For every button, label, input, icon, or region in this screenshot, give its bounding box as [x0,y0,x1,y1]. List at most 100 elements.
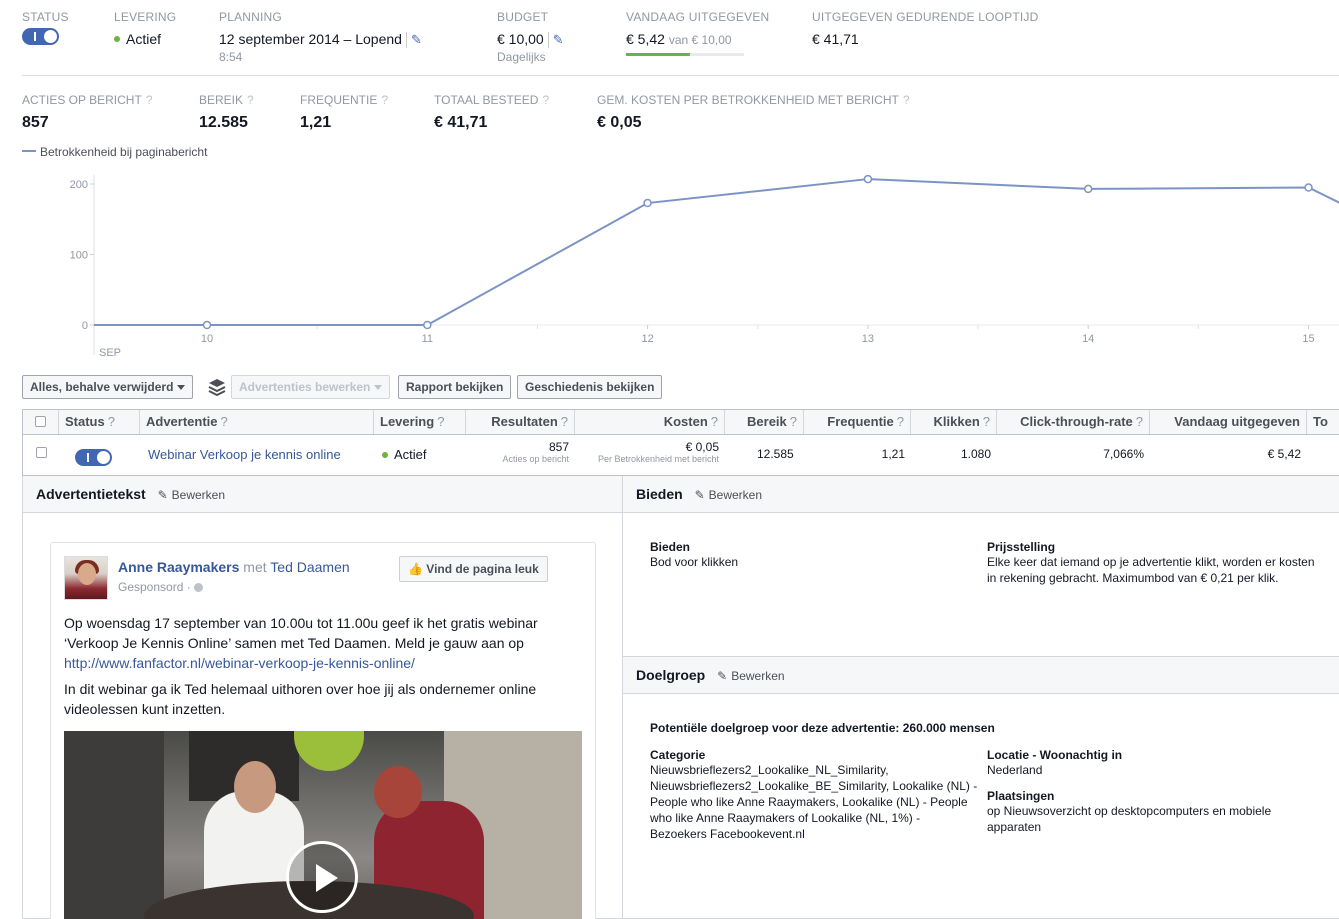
metric-label: FREQUENTIE [300,93,378,107]
help-icon[interactable]: ? [542,93,549,107]
column-header-today-spent[interactable]: Vandaag uitgegeven [1150,410,1307,434]
column-header-label: Vandaag uitgegeven [1174,414,1300,429]
x-tick-label: 11 [422,333,433,345]
help-icon[interactable]: ? [790,414,797,429]
metric-cost-per-engagement: GEM. KOSTEN PER BETROKKENHEID MET BERICH… [597,93,910,132]
column-header-label: Klikken [933,414,980,429]
view-report-button[interactable]: Rapport bekijken [398,375,512,399]
help-icon[interactable]: ? [1136,414,1143,429]
panel-title: Doelgroep [636,667,706,683]
ad-link[interactable]: http://www.fanfactor.nl/webinar-verkoop-… [64,655,415,671]
column-header-label: Status [65,414,105,429]
column-header-cost[interactable]: Kosten? [575,410,725,434]
tagged-person-link[interactable]: Ted Daamen [270,559,349,575]
data-point [423,320,432,330]
table-row[interactable]: Webinar Verkoop je kennis online Actief … [22,435,1339,476]
row-cost-value: € 0,05 [685,440,719,454]
edit-audience-link[interactable]: ✎ Bewerken [717,669,784,683]
pencil-icon: ✎ [717,669,728,683]
x-tick-label: 14 [1082,333,1094,345]
location-label: Locatie - Woonachtig in [987,748,1123,762]
data-point [202,320,212,330]
column-header-label: Advertentie [146,414,218,429]
column-header-clicks[interactable]: Klikken? [911,410,997,434]
column-header-results[interactable]: Resultaten? [466,410,575,434]
like-page-label: Vind de pagina leuk [426,562,539,576]
sponsored-label: Gesponsord · [118,580,204,594]
pricing-value: Elke keer dat iemand op je advertentie k… [987,555,1315,585]
layers-icon[interactable] [208,378,226,396]
help-icon[interactable]: ? [247,93,254,107]
data-point [643,198,652,208]
metric-label: TOTAAL BESTEED [434,93,539,107]
ad-name-link[interactable]: Webinar Verkoop je kennis online [142,435,374,475]
ad-video-thumbnail[interactable] [64,731,582,919]
location-info: Locatie - Woonachtig in Nederland Plaats… [987,748,1317,835]
audience-panel: Doelgroep ✎ Bewerken Potentiële doelgroep… [622,656,1339,919]
help-icon[interactable]: ? [437,414,444,429]
help-icon[interactable]: ? [983,414,990,429]
like-page-button[interactable]: 👍 Vind de pagina leuk [399,556,548,582]
help-icon[interactable]: ? [146,93,153,107]
row-status-cell [69,435,129,475]
column-header-delivery[interactable]: Levering? [374,410,466,434]
ad-preview-card: Anne Raaymakers met Ted Daamen Gesponsor… [50,542,596,919]
schedule-column: PLANNING 12 september 2014 – Lopend ✎ 8:5… [219,10,422,64]
y-tick-label: 200 [70,179,88,191]
column-header-extra[interactable]: To [1307,410,1339,434]
column-header-ctr[interactable]: Click-through-rate? [997,410,1150,434]
page-name-link[interactable]: Anne Raaymakers [118,559,239,575]
lifetime-spend-label: UITGEGEVEN GEDURENDE LOOPTIJD [812,10,1039,24]
row-status-toggle[interactable] [75,449,112,466]
filter-dropdown-label: Alles, behalve verwijderd [30,380,174,394]
edit-budget-pencil-icon[interactable]: ✎ [547,32,564,48]
row-results-value: 857 [548,440,569,454]
column-header-status[interactable]: Status? [59,410,140,434]
column-header-frequency[interactable]: Frequentie? [804,410,911,434]
edit-schedule-pencil-icon[interactable]: ✎ [405,32,422,48]
column-header-label: Resultaten [491,414,558,429]
campaign-summary: STATUS LEVERING Actief PLANNING 12 septe… [22,10,1339,76]
help-icon[interactable]: ? [561,414,568,429]
help-icon[interactable]: ? [108,414,115,429]
chart-legend: Betrokkenheid bij paginabericht [22,145,207,159]
row-delivery-value: Actief [394,447,427,462]
column-header-label: Click-through-rate [1020,414,1133,429]
active-dot-icon [382,451,388,458]
row-checkbox[interactable] [35,447,47,458]
select-all-checkbox[interactable] [35,416,46,427]
row-ctr-value: 7,066% [1103,447,1144,461]
avatar[interactable] [64,556,108,600]
category-value: Nieuwsbrieflezers2_Lookalike_NL_Similari… [650,763,978,841]
filter-dropdown[interactable]: Alles, behalve verwijderd [22,375,194,399]
edit-ads-dropdown[interactable]: Advertenties bewerken [231,375,391,399]
chevron-down-icon [374,385,383,391]
bidding-panel-header: Bieden ✎ Bewerken [623,476,1339,513]
legend-swatch [22,149,36,152]
sponsored-text: Gesponsord [118,580,184,594]
status-column: STATUS [22,10,69,48]
metric-reach: BEREIK? 12.585 [199,93,254,132]
post-author: Anne Raaymakers met Ted Daamen [118,559,350,575]
pricing-info: Prijsstelling Elke keer dat iemand op je… [987,540,1317,586]
y-tick-label: 0 [82,320,88,332]
edit-bidding-link[interactable]: ✎ Bewerken [695,488,762,502]
help-icon[interactable]: ? [711,414,718,429]
active-dot-icon [114,36,120,43]
view-history-button[interactable]: Geschiedenis bekijken [517,375,663,399]
edit-label: Bewerken [731,669,785,683]
help-icon[interactable]: ? [897,414,904,429]
engagement-line-chart: 0 100 200 10 11 12 13 14 15 SEP [70,174,1339,359]
budget-column: BUDGET € 10,00 ✎ Dagelijks [497,10,564,64]
edit-ad-text-link[interactable]: ✎ Bewerken [158,488,225,502]
help-icon[interactable]: ? [381,93,388,107]
column-header-ad[interactable]: Advertentie? [140,410,374,434]
schedule-value: 12 september 2014 – Lopend [219,31,402,47]
help-icon[interactable]: ? [903,93,910,107]
play-icon[interactable] [286,841,358,913]
column-header-reach[interactable]: Bereik? [725,410,804,434]
data-point [1083,184,1093,194]
help-icon[interactable]: ? [221,414,228,429]
row-reach-value: 12.585 [757,447,794,461]
status-toggle[interactable] [22,28,59,45]
